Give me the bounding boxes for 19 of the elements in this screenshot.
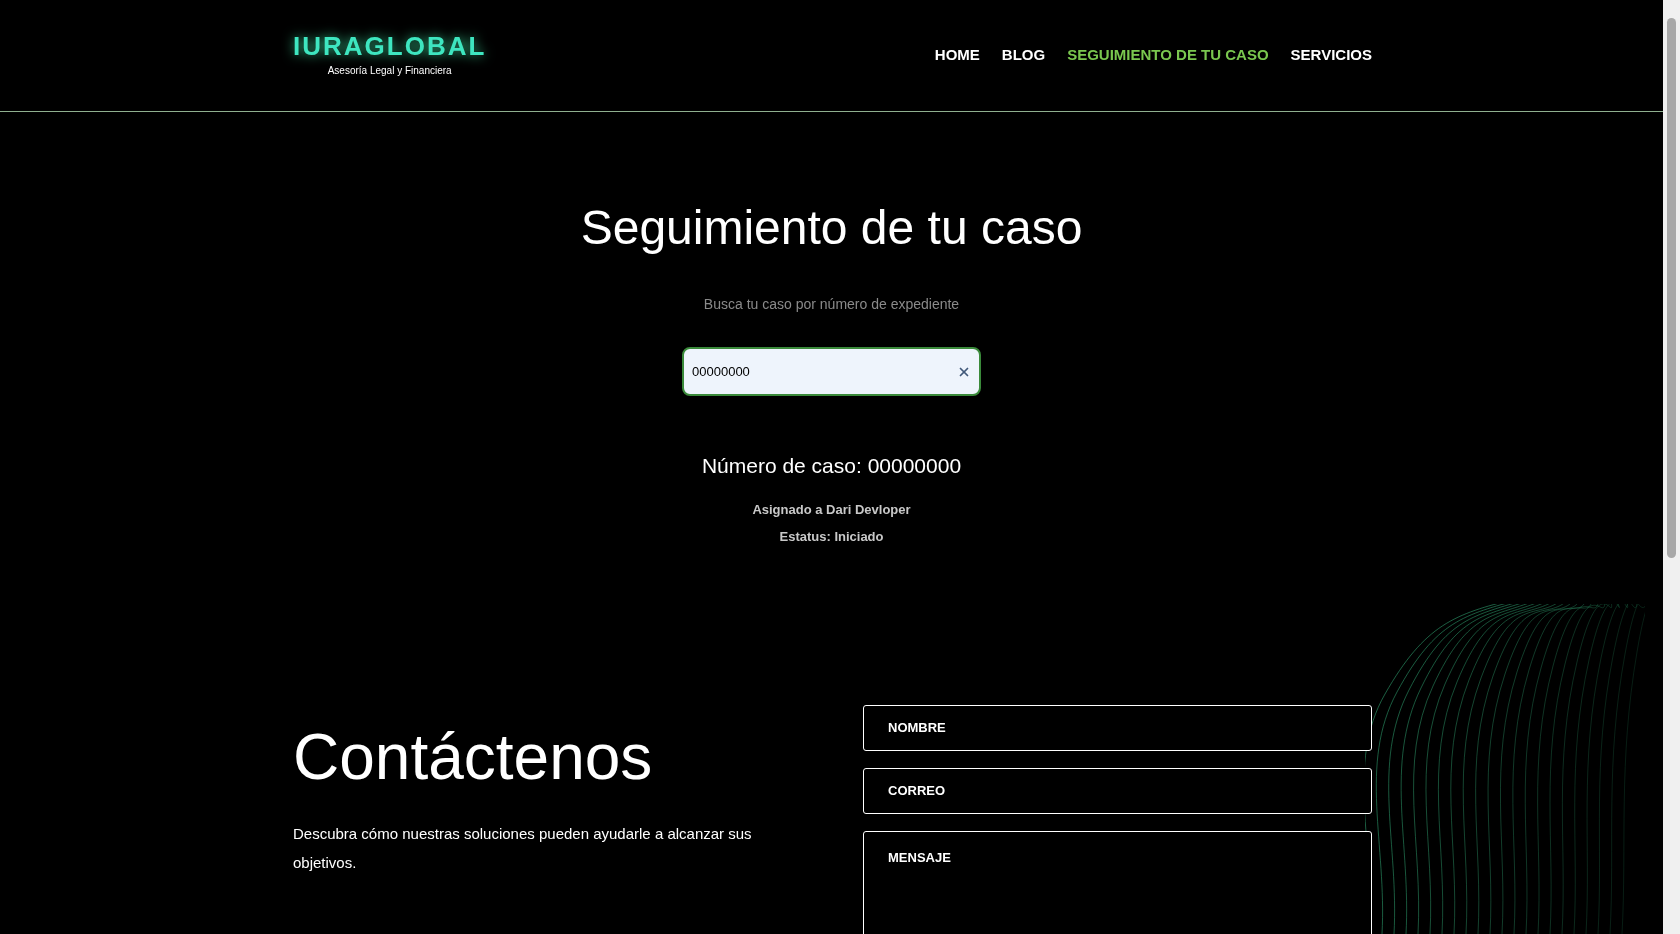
logo-wordmark[interactable]: IURAGLOBAL [293,33,487,59]
nav-link[interactable]: SERVICIOS [1290,44,1372,67]
input-field[interactable]: CORREO [863,767,1372,814]
nav-link[interactable]: SEGUIMIENTO DE TU CASO [1067,44,1269,67]
contact-title: Contáctenos [293,724,654,789]
contact-description: Descubra cómo nuestras soluciones pueden ayudarle a alcanzar sus objetivos. [293,823,753,873]
page-title: Seguimiento de tu caso [580,200,1083,256]
nav-link[interactable]: HOME [934,44,980,67]
input-field[interactable]: NOMBRE [863,704,1372,751]
clear-icon[interactable] [957,365,971,379]
nav-link[interactable]: BLOG [1001,44,1046,67]
case-number: Número de caso: 00000000 [701,453,962,479]
scrollbar[interactable] [1663,0,1680,934]
logo-tagline: Asesoría Legal y Financiera [327,64,452,78]
search-field[interactable]: 00000000 [682,347,981,396]
search-hint: Busca tu caso por número de expediente [703,295,960,314]
assigned-to: Asignado a Dari Devloper [752,500,911,519]
case-status: Estatus: Iniciado [779,528,884,546]
message-field[interactable]: MENSAJE [863,830,1372,934]
